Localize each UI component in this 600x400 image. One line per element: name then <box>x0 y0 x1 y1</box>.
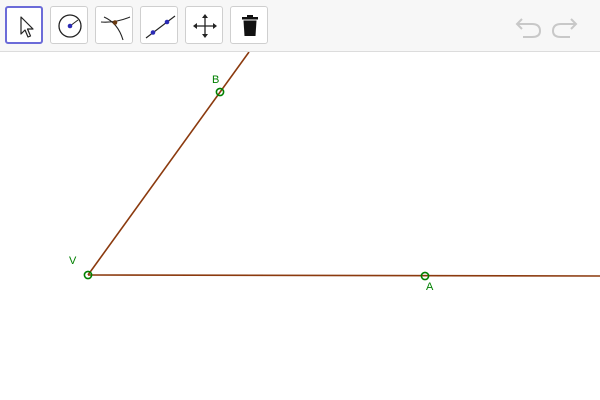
pointer-arrow-icon <box>20 16 34 38</box>
graphics-view[interactable]: B V A <box>0 52 600 400</box>
intersect-curves-icon <box>100 16 131 41</box>
redo-arrow-icon <box>551 18 578 38</box>
trash-delete-icon <box>242 15 258 36</box>
move-view-tool-button[interactable] <box>185 6 223 44</box>
intersect-tool-button[interactable] <box>95 6 133 44</box>
ray-va[interactable] <box>87 274 600 277</box>
point-b-label: B <box>212 74 219 86</box>
line-through-two-points-icon <box>145 15 176 39</box>
line-tool-button[interactable] <box>140 6 178 44</box>
move-tool-button[interactable] <box>5 6 43 44</box>
point-a-label: A <box>426 281 434 293</box>
circle-center-point-icon <box>58 14 82 38</box>
redo-button[interactable] <box>550 12 580 40</box>
move-graphics-view-icon <box>193 14 217 38</box>
undo-button[interactable] <box>513 12 543 40</box>
undo-arrow-icon <box>515 18 542 38</box>
toolbar <box>0 0 600 52</box>
ray-vb[interactable] <box>87 52 250 276</box>
delete-tool-button[interactable] <box>230 6 268 44</box>
point-v-label: V <box>69 255 77 267</box>
circle-tool-button[interactable] <box>50 6 88 44</box>
